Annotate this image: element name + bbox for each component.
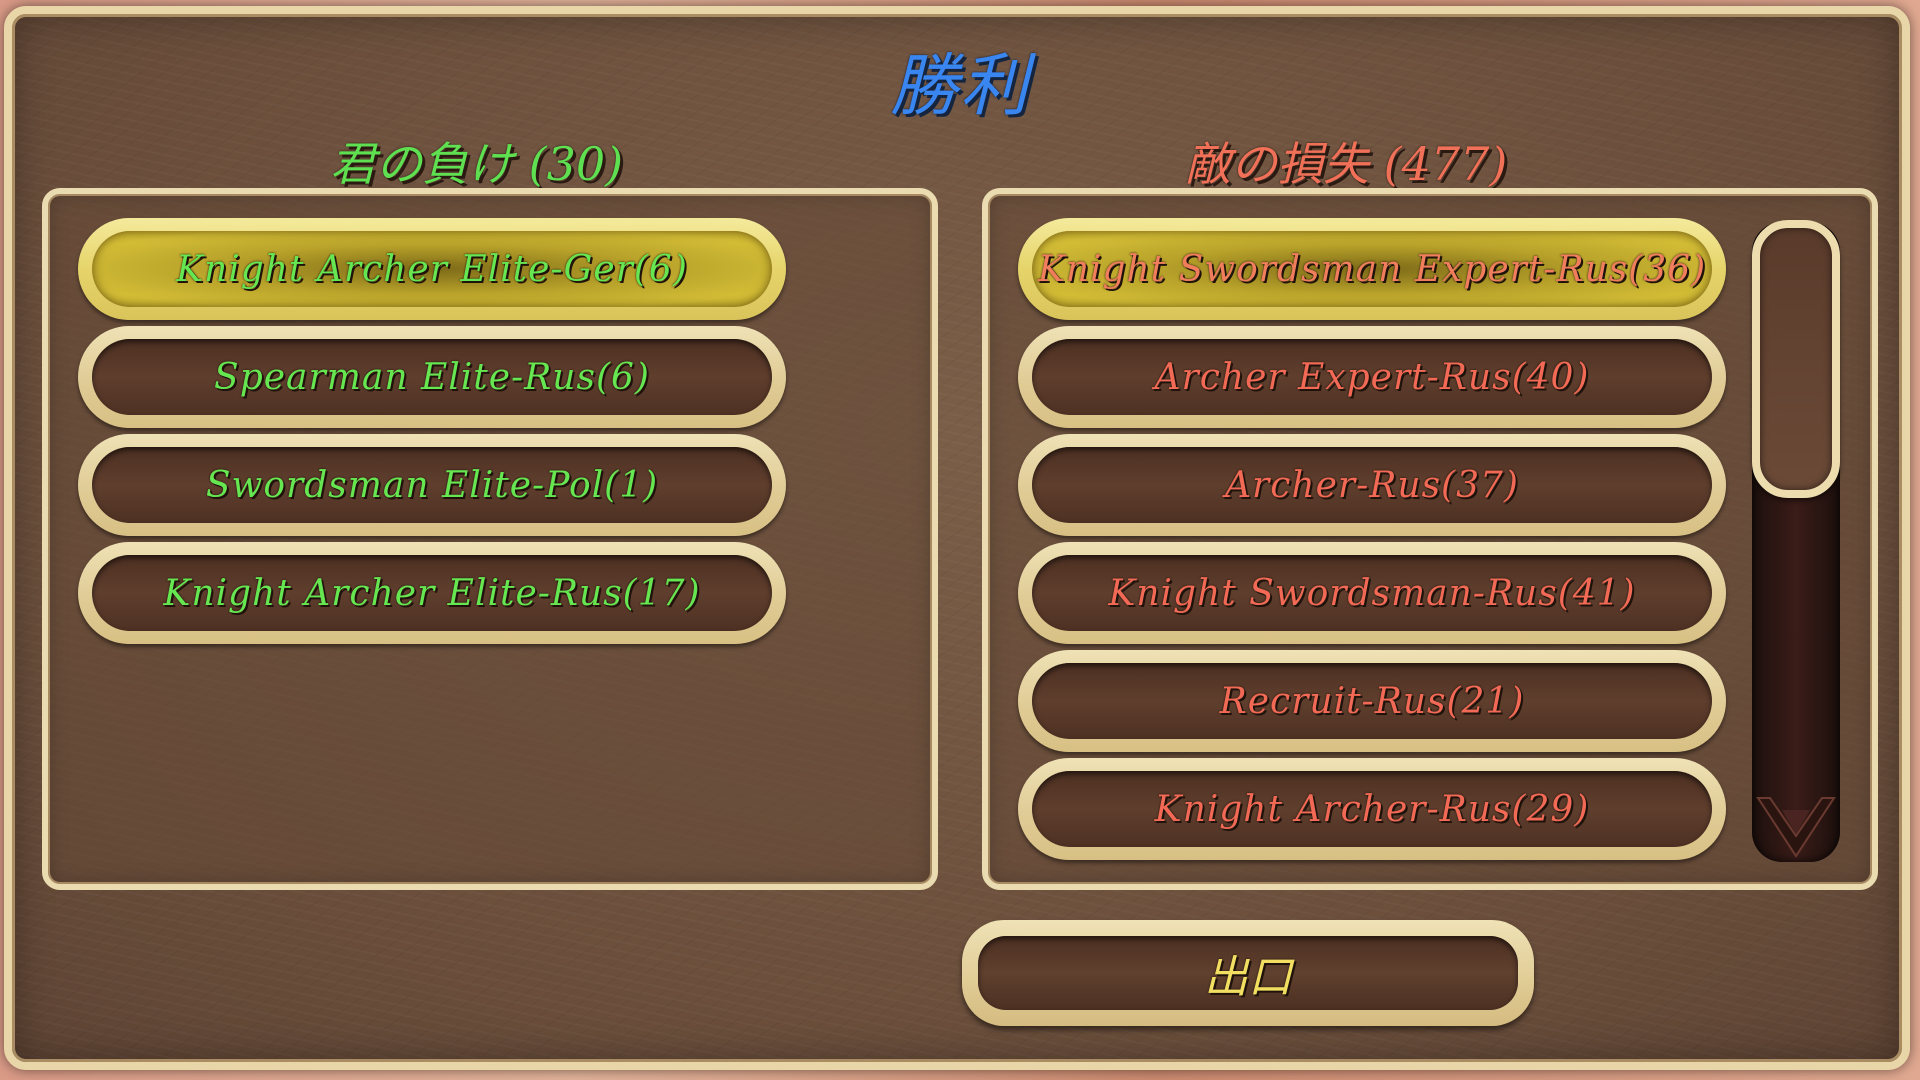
unit-label: Knight Archer-Rus(29) [1154, 788, 1590, 830]
ally-unit-row[interactable]: Knight Archer Elite-Ger(6) [78, 218, 786, 320]
exit-button[interactable]: 出口 [962, 920, 1534, 1026]
ally-unit-row[interactable]: Spearman Elite-Rus(6) [78, 326, 786, 428]
unit-label: Knight Swordsman Expert-Rus(36) [1037, 248, 1707, 290]
enemy-unit-row[interactable]: Knight Swordsman-Rus(41) [1018, 542, 1726, 644]
enemy-unit-row[interactable]: Archer-Rus(37) [1018, 434, 1726, 536]
unit-label: Knight Archer Elite-Rus(17) [163, 572, 701, 614]
chevron-down-icon [1756, 797, 1836, 858]
unit-label: Archer-Rus(37) [1225, 464, 1519, 506]
unit-label: Swordsman Elite-Pol(1) [205, 464, 659, 506]
enemy-unit-row[interactable]: Knight Swordsman Expert-Rus(36) [1018, 218, 1726, 320]
unit-label: Knight Archer Elite-Ger(6) [176, 248, 688, 290]
enemy-unit-row[interactable]: Recruit-Rus(21) [1018, 650, 1726, 752]
enemy-unit-row[interactable]: Knight Archer-Rus(29) [1018, 758, 1726, 860]
ally-unit-row[interactable]: Knight Archer Elite-Rus(17) [78, 542, 786, 644]
exit-button-label: 出口 [1204, 952, 1292, 1003]
unit-label: Archer Expert-Rus(40) [1154, 356, 1590, 398]
unit-label: Spearman Elite-Rus(6) [214, 356, 650, 398]
scrollbar-thumb[interactable] [1752, 220, 1840, 498]
unit-label: Recruit-Rus(21) [1219, 680, 1525, 722]
enemy-losses-header: 敵の損失 (477) [1185, 137, 1508, 191]
unit-label: Knight Swordsman-Rus(41) [1108, 572, 1636, 614]
enemy-unit-row[interactable]: Archer Expert-Rus(40) [1018, 326, 1726, 428]
ally-losses-header: 君の負け (30) [330, 137, 624, 191]
ally-unit-row[interactable]: Swordsman Elite-Pol(1) [78, 434, 786, 536]
victory-screen: 勝利 君の負け (30) 敵の損失 (477) Knight Archer El… [0, 0, 1920, 1080]
chevron-down-icon[interactable] [1752, 790, 1840, 860]
page-title: 勝利 [889, 47, 1030, 126]
